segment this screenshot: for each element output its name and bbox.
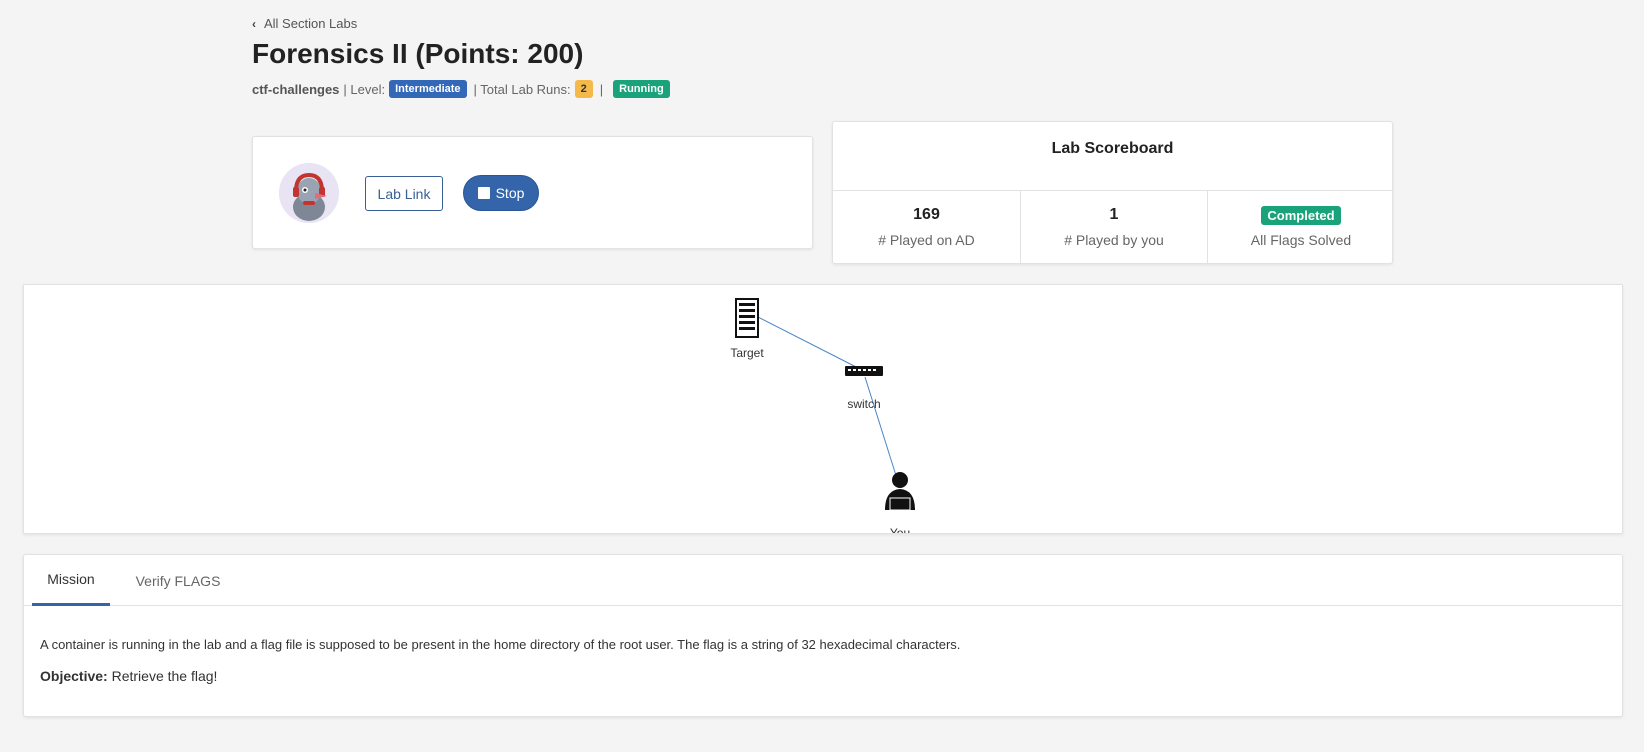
all-flags-solved-label: All Flags Solved xyxy=(1250,232,1352,248)
mission-objective: Objective: Retrieve the flag! xyxy=(40,668,217,684)
mission-card: Mission Verify FLAGS A container is runn… xyxy=(23,554,1623,717)
completed-badge: Completed xyxy=(1261,206,1341,225)
server-icon xyxy=(735,298,759,338)
tab-verify-flags[interactable]: Verify FLAGS xyxy=(124,555,232,606)
target-label: Target xyxy=(730,346,764,360)
played-on-ad-stat: 169 # Played on AD xyxy=(833,190,1020,265)
played-on-ad-value: 169 xyxy=(913,206,940,223)
you-label: You xyxy=(890,526,910,534)
page-title: Forensics II (Points: 200) xyxy=(252,38,584,69)
played-by-you-stat: 1 # Played by you xyxy=(1020,190,1207,265)
status-badge: Running xyxy=(613,80,670,98)
runs-label: | Total Lab Runs: xyxy=(473,81,571,97)
stop-button-label: Stop xyxy=(495,185,525,201)
objective-label: Objective: xyxy=(40,668,108,684)
link-target-switch xyxy=(753,314,865,372)
target-node[interactable]: Target xyxy=(730,298,764,360)
network-topology-panel[interactable]: Target switch You xyxy=(23,284,1623,534)
back-to-section-labs-link[interactable]: ‹ All Section Labs xyxy=(252,16,357,31)
user-icon xyxy=(885,472,915,511)
lab-scoreboard-card: Lab Scoreboard 169 # Played on AD 1 # Pl… xyxy=(832,121,1394,265)
played-by-you-label: # Played by you xyxy=(1064,232,1164,248)
objective-text: Retrieve the flag! xyxy=(111,668,218,684)
mission-tabs: Mission Verify FLAGS xyxy=(24,555,1622,606)
mission-description: A container is running in the lab and a … xyxy=(40,637,961,652)
avatar xyxy=(279,163,339,223)
lab-category: ctf-challenges xyxy=(252,81,340,97)
meta-divider: | xyxy=(599,81,604,97)
stop-button[interactable]: Stop xyxy=(463,175,539,211)
topology-diagram: Target switch You xyxy=(730,298,915,534)
level-badge: Intermediate xyxy=(389,80,467,98)
completion-stat: Completed All Flags Solved xyxy=(1207,190,1394,265)
lab-meta-row: ctf-challenges | Level: Intermediate | T… xyxy=(252,80,670,98)
lab-control-card: Lab Link Stop xyxy=(252,136,813,249)
pigeon-avatar-icon xyxy=(279,163,339,223)
stop-icon xyxy=(477,187,490,199)
played-on-ad-label: # Played on AD xyxy=(878,232,975,248)
link-switch-you xyxy=(864,376,900,486)
played-by-you-value: 1 xyxy=(1109,206,1119,223)
lab-link-button[interactable]: Lab Link xyxy=(365,176,443,211)
switch-label: switch xyxy=(847,397,880,411)
runs-count-badge: 2 xyxy=(574,80,593,98)
scoreboard-title: Lab Scoreboard xyxy=(1051,140,1174,157)
chevron-left-icon: ‹ xyxy=(252,16,256,31)
switch-node[interactable]: switch xyxy=(845,366,883,411)
level-label: | Level: xyxy=(343,81,386,97)
you-node[interactable]: You xyxy=(885,472,915,534)
back-link-label: All Section Labs xyxy=(264,16,358,31)
switch-icon xyxy=(845,366,883,376)
tab-mission[interactable]: Mission xyxy=(32,555,110,606)
